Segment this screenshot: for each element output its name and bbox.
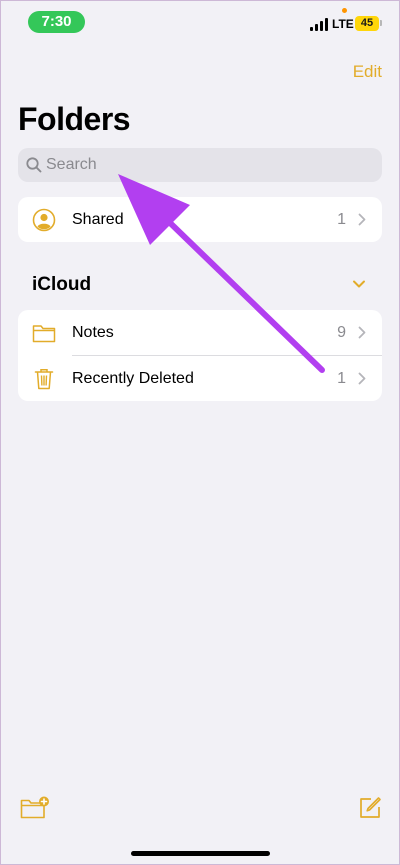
icloud-card: Notes 9 Recently Deleted 1	[18, 310, 382, 401]
search-icon	[26, 157, 42, 173]
chevron-right-icon	[358, 326, 366, 339]
network-type: LTE	[332, 17, 354, 31]
folder-label: Shared	[72, 211, 124, 228]
folder-count: 1	[337, 211, 346, 228]
folder-label: Notes	[72, 324, 114, 341]
battery-tip	[380, 20, 382, 26]
shared-card: Shared 1	[18, 197, 382, 242]
shared-person-icon	[32, 208, 56, 232]
page-title: Folders	[18, 101, 131, 137]
chevron-down-icon[interactable]	[352, 279, 366, 289]
folder-count: 1	[337, 370, 346, 387]
folder-row-notes[interactable]: Notes 9	[18, 310, 382, 356]
new-folder-icon[interactable]	[20, 796, 50, 820]
trash-icon	[34, 369, 54, 390]
search-bar[interactable]	[18, 148, 382, 182]
chevron-right-icon	[358, 213, 366, 226]
cellular-signal-icon	[310, 17, 328, 31]
folder-count: 9	[337, 324, 346, 341]
privacy-indicator-dot	[342, 8, 347, 13]
compose-icon[interactable]	[358, 796, 382, 820]
folder-row-recently-deleted[interactable]: Recently Deleted 1	[18, 356, 382, 401]
battery-icon: 45	[355, 16, 379, 31]
folder-row-shared[interactable]: Shared 1	[18, 197, 382, 242]
search-input[interactable]	[46, 148, 366, 182]
status-time: 7:30	[28, 11, 85, 33]
folder-icon	[32, 325, 56, 343]
edit-button[interactable]: Edit	[353, 62, 382, 82]
section-header-icloud: iCloud	[32, 274, 92, 295]
folder-label: Recently Deleted	[72, 370, 194, 387]
chevron-right-icon	[358, 372, 366, 385]
home-indicator	[131, 851, 270, 856]
